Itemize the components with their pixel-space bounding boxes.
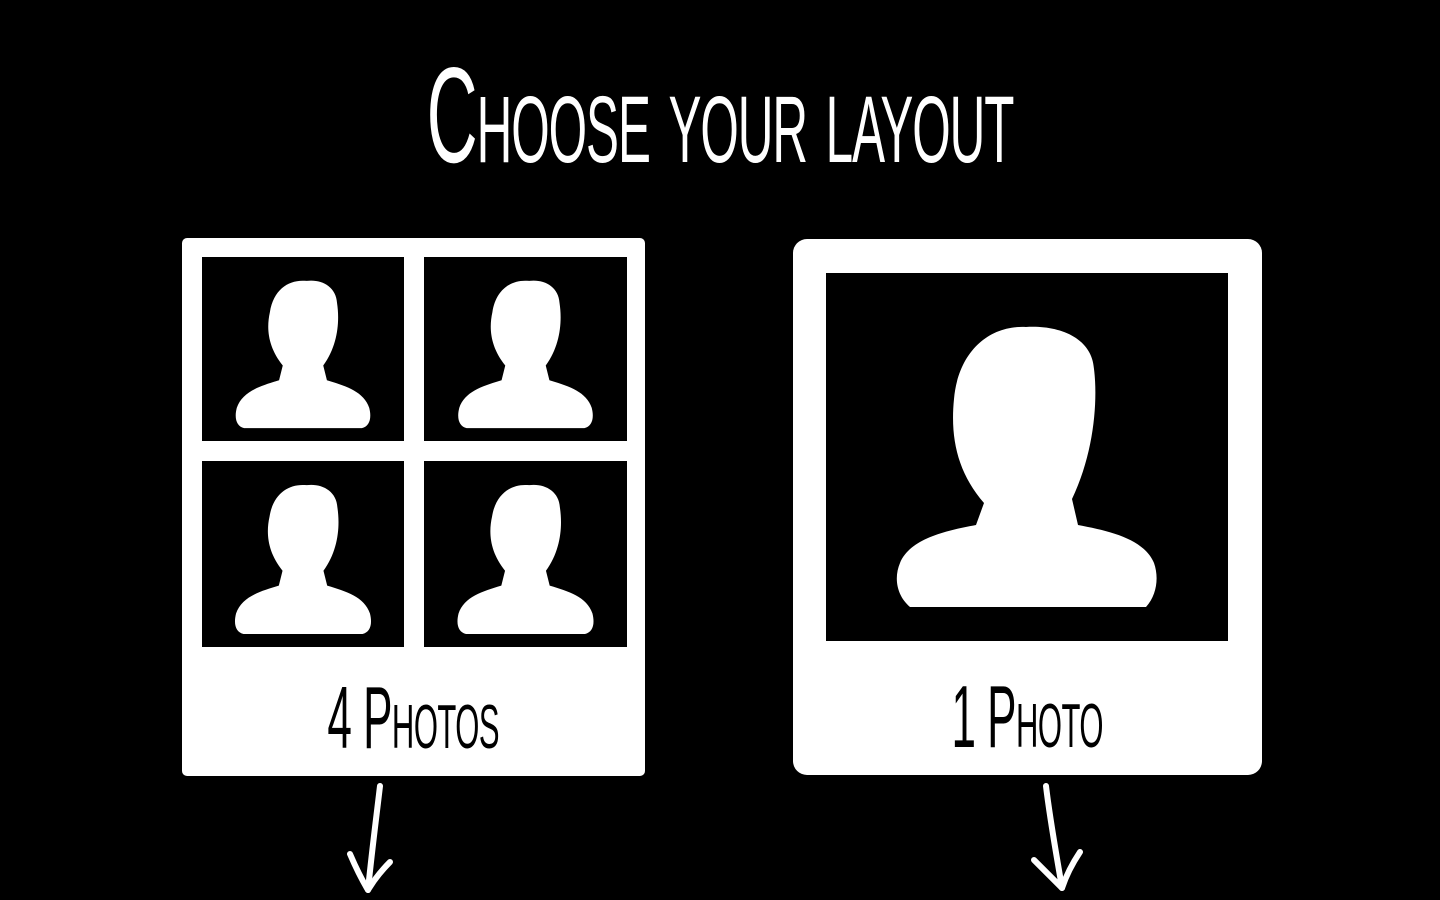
person-silhouette-icon [235,280,371,429]
photo-slot [424,257,627,441]
layout-option-1-photo[interactable]: 1 Photo [793,239,1262,775]
person-silhouette-icon [458,280,593,429]
photo-slot [202,257,404,441]
layout-option-label: 1 Photo [951,667,1104,766]
photo-slot [202,461,404,647]
person-silhouette-icon [457,484,594,634]
arrow-down-icon [1031,783,1083,891]
photo-slot [826,273,1228,641]
person-silhouette-icon [896,326,1157,607]
page-title: Choose your layout [426,39,1015,191]
layout-option-4-photos[interactable]: 4 Photos [182,238,645,776]
arrow-down-icon [347,783,393,893]
layout-option-label: 4 Photos [327,668,500,767]
photo-slot [424,461,627,647]
person-silhouette-icon [234,484,372,634]
